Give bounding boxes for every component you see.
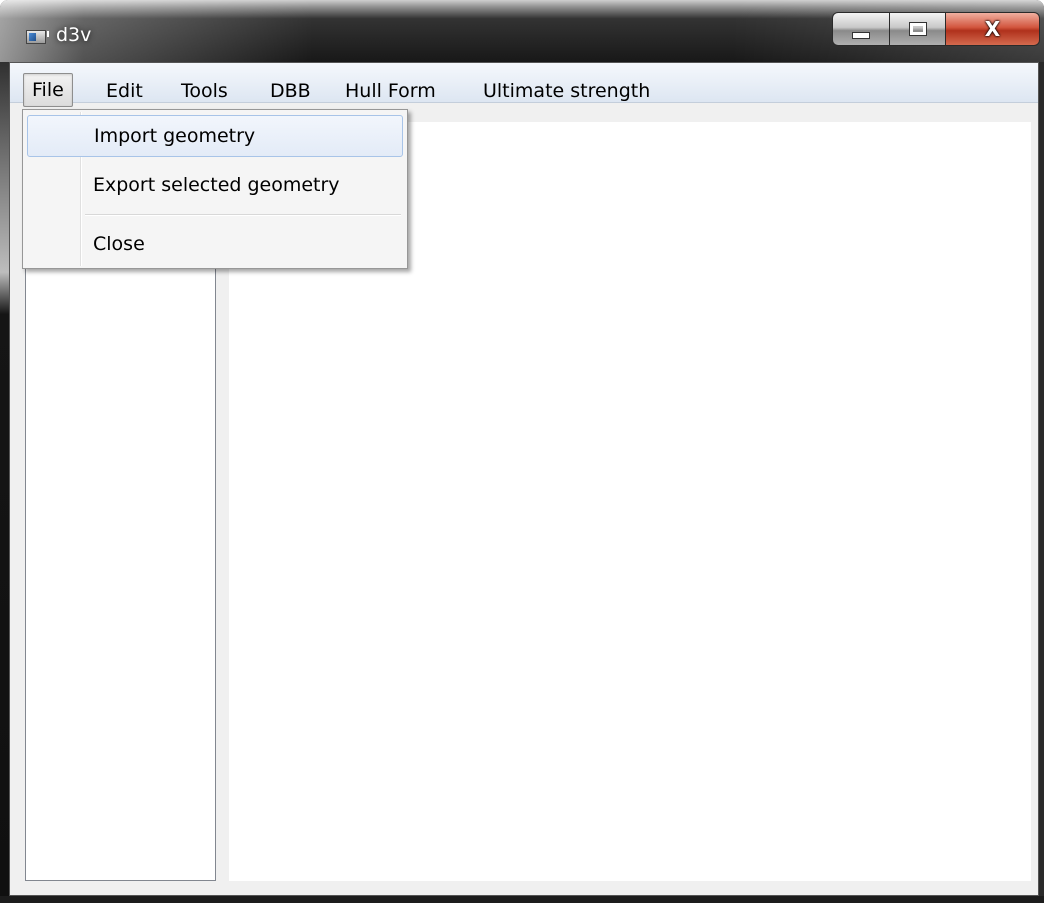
window-frame-bottom xyxy=(0,896,1044,903)
minimize-button[interactable] xyxy=(832,12,890,46)
title-bar[interactable]: d3v X xyxy=(0,0,1044,62)
menu-dbb[interactable]: DBB xyxy=(270,76,311,106)
menu-tools[interactable]: Tools xyxy=(181,76,228,106)
maximize-button[interactable] xyxy=(890,12,946,46)
minimize-icon xyxy=(852,31,870,39)
menu-item-export-selected-geometry[interactable]: Export selected geometry xyxy=(27,165,403,207)
app-window: d3v X File Edit Tools DBB Hull Form Ulti… xyxy=(0,0,1044,903)
menu-separator xyxy=(85,214,401,216)
menu-edit[interactable]: Edit xyxy=(106,76,143,106)
file-menu-dropdown: Import geometry Export selected geometry… xyxy=(22,109,408,269)
menu-file[interactable]: File xyxy=(23,73,73,107)
close-icon: X xyxy=(984,17,1001,41)
menu-bar: File Edit Tools DBB Hull Form Ultimate s… xyxy=(10,63,1038,107)
close-button[interactable]: X xyxy=(946,12,1040,46)
menu-item-import-geometry[interactable]: Import geometry xyxy=(27,115,403,157)
menu-hull-form[interactable]: Hull Form xyxy=(345,76,436,106)
window-title: d3v xyxy=(56,24,92,46)
caption-buttons: X xyxy=(832,12,1041,48)
menu-item-close[interactable]: Close xyxy=(27,224,403,266)
maximize-icon xyxy=(908,22,927,36)
menu-ultimate-strength[interactable]: Ultimate strength xyxy=(483,76,650,106)
window-frame-right xyxy=(1039,62,1044,903)
app-window-icon[interactable] xyxy=(26,30,49,44)
